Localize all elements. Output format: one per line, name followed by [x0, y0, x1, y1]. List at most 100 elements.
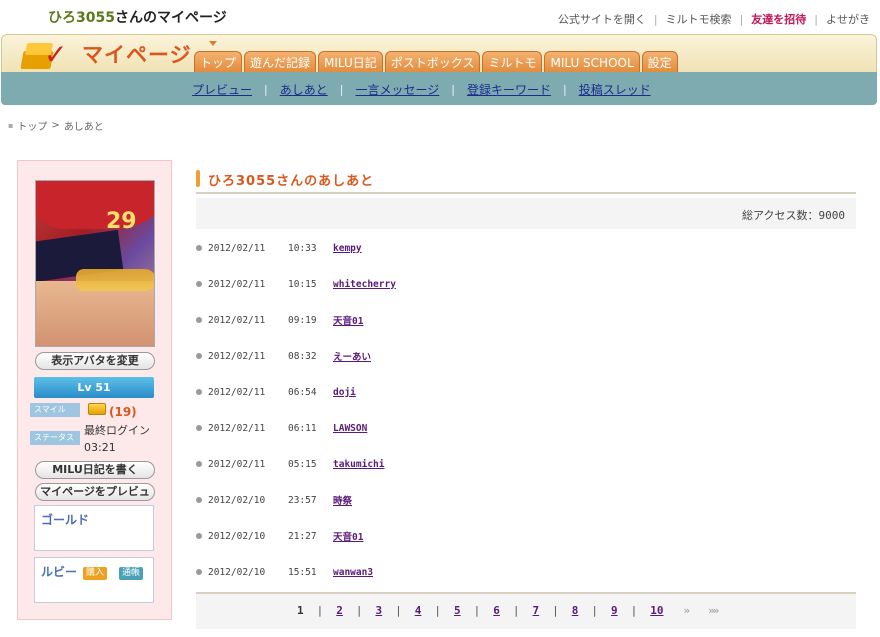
- visit-date: 2012/02/10: [208, 566, 266, 578]
- status-tag: ステータス: [30, 431, 80, 445]
- top-bar: ひろ3055さんのマイページ 公式サイトを開く | ミルトモ検索 | 友達を招待…: [0, 0, 880, 34]
- total-access: 総アクセス数：9000: [742, 209, 845, 222]
- page-link[interactable]: 5: [454, 604, 461, 617]
- visit-time: 05:15: [288, 458, 317, 470]
- page-link[interactable]: 7: [533, 604, 540, 617]
- pagination: 1 | 2 | 3 | 4 | 5 | 6 | 7 | 8 | 9 | 10 »…: [196, 592, 856, 629]
- visit-time: 21:27: [288, 530, 317, 542]
- last-page-icon[interactable]: »»: [708, 604, 719, 617]
- page-separator: |: [552, 604, 559, 617]
- mypage-title: マイページ: [82, 43, 192, 67]
- visitor-link[interactable]: doji: [333, 387, 356, 398]
- title-suffix: さんのマイページ: [114, 10, 227, 26]
- visit-time: 10:15: [288, 278, 317, 290]
- list-item: 2012/02/11 06:54 doji: [196, 374, 856, 410]
- visit-date: 2012/02/11: [208, 242, 266, 254]
- subnav-separator: |: [339, 83, 344, 96]
- page-link[interactable]: 9: [611, 604, 618, 617]
- subnav-message[interactable]: 一言メッセージ: [355, 81, 439, 98]
- subnav-separator: |: [451, 83, 455, 96]
- visit-date: 2012/02/10: [208, 494, 266, 506]
- visit-time: 23:57: [288, 494, 317, 506]
- visitor-link[interactable]: kempy: [333, 243, 362, 254]
- tab-milu-diary[interactable]: MILU日記: [318, 51, 383, 73]
- subnav-preview[interactable]: プレビュー: [192, 81, 252, 98]
- visitor-link[interactable]: takumichi: [333, 459, 384, 470]
- gold-box: ゴールド: [34, 505, 154, 551]
- buy-button[interactable]: 購入: [83, 567, 108, 580]
- subnav-keywords[interactable]: 登録キーワード: [467, 81, 551, 98]
- yosegaki-link[interactable]: よせがき: [826, 11, 870, 27]
- list-item: 2012/02/10 23:57 時祭: [196, 482, 856, 518]
- visit-time: 09:19: [288, 314, 317, 326]
- page-link[interactable]: 8: [572, 604, 579, 617]
- tab-settings[interactable]: 設定: [641, 51, 678, 73]
- subnav-threads[interactable]: 投稿スレッド: [579, 81, 651, 98]
- main-tabs: トップ 遊んだ記録 MILU日記 ポストボックス ミルトモ MILU SCHOO…: [194, 51, 678, 73]
- subnav-footprints[interactable]: あしあと: [280, 81, 328, 98]
- tab-milu-school[interactable]: MILU SCHOOL: [544, 51, 640, 73]
- visitor-link[interactable]: 天音01: [333, 529, 363, 543]
- bullet-icon: [196, 353, 202, 359]
- header: ✓ マイページ トップ 遊んだ記録 MILU日記 ポストボックス ミルトモ MI…: [1, 34, 877, 73]
- write-diary-button[interactable]: MILU日記を書く: [35, 461, 155, 479]
- visitor-link[interactable]: LAWSON: [333, 423, 367, 434]
- list-item: 2012/02/11 08:32 えーあい: [196, 338, 856, 374]
- page-link[interactable]: 2: [336, 604, 343, 617]
- subnav-separator: |: [562, 83, 567, 96]
- site-title: ひろ3055さんのマイページ: [48, 7, 227, 27]
- breadcrumb-top[interactable]: トップ: [17, 118, 47, 133]
- access-count-bar: 総アクセス数：9000: [196, 198, 856, 229]
- official-site-link[interactable]: 公式サイトを開く: [558, 11, 646, 27]
- page-separator: |: [591, 604, 598, 617]
- title-accent: [196, 170, 200, 187]
- link-separator: |: [739, 12, 744, 26]
- visit-date: 2012/02/11: [208, 314, 266, 326]
- list-item: 2012/02/11 05:15 takumichi: [196, 446, 856, 482]
- last-login-label: 最終ログイン: [84, 424, 150, 437]
- invite-friend-link[interactable]: 友達を招待: [751, 11, 806, 27]
- tab-milutomo[interactable]: ミルトモ: [482, 51, 543, 73]
- visit-time: 06:11: [288, 422, 317, 434]
- bullet-icon: [196, 461, 202, 467]
- page-separator: |: [355, 604, 363, 617]
- visitor-link[interactable]: whitecherry: [333, 279, 396, 290]
- visitor-link[interactable]: えーあい: [333, 349, 371, 363]
- visit-date: 2012/02/11: [208, 386, 266, 398]
- visitor-link[interactable]: 天音01: [333, 313, 363, 327]
- visit-date: 2012/02/11: [208, 422, 266, 434]
- active-tab-arrow-icon: [209, 41, 217, 46]
- preview-mypage-button[interactable]: マイページをプレビュー: [35, 483, 155, 514]
- bullet-icon: [196, 533, 202, 539]
- page-link[interactable]: 3: [376, 604, 383, 617]
- breadcrumb-current: あしあと: [63, 122, 104, 133]
- tab-postbox[interactable]: ポストボックス: [384, 51, 481, 73]
- visitor-link[interactable]: 時祭: [333, 493, 352, 507]
- visit-time: 08:32: [288, 350, 317, 362]
- list-item: 2012/02/11 06:11 LAWSON: [196, 410, 856, 446]
- status-text: 最終ログイン 03:21: [84, 422, 150, 456]
- page-link[interactable]: 10: [650, 604, 663, 617]
- page-current: 1: [297, 604, 304, 617]
- next-page-icon[interactable]: »: [684, 604, 690, 617]
- last-login-time: 03:21: [84, 441, 116, 454]
- visit-date: 2012/02/11: [208, 278, 266, 290]
- visit-date: 2012/02/11: [208, 350, 266, 362]
- avatar[interactable]: 29: [35, 180, 155, 347]
- page-link[interactable]: 4: [415, 604, 422, 617]
- footprint-list: 2012/02/11 10:33 kempy 2012/02/11 10:15 whit…: [196, 236, 856, 596]
- visitor-link[interactable]: wanwan3: [333, 567, 373, 578]
- milutomo-search-link[interactable]: ミルトモ検索: [666, 11, 732, 27]
- list-item: 2012/02/11 10:33 kempy: [196, 230, 856, 266]
- tab-play-record[interactable]: 遊んだ記録: [244, 51, 317, 73]
- tab-top[interactable]: トップ: [194, 51, 243, 73]
- change-avatar-button[interactable]: 表示アバタを変更: [35, 352, 155, 370]
- page-link[interactable]: 6: [493, 604, 500, 617]
- top-links: 公式サイトを開く | ミルトモ検索 | 友達を招待 | よせがき: [558, 11, 870, 27]
- bullet-icon: [196, 317, 202, 323]
- bullet-icon: [196, 425, 202, 431]
- level-bar: Lv 51: [34, 377, 154, 398]
- visit-time: 15:51: [288, 566, 317, 578]
- breadcrumb: ▪ トップ > あしあと: [8, 118, 104, 133]
- passbook-button[interactable]: 通帳: [119, 567, 144, 580]
